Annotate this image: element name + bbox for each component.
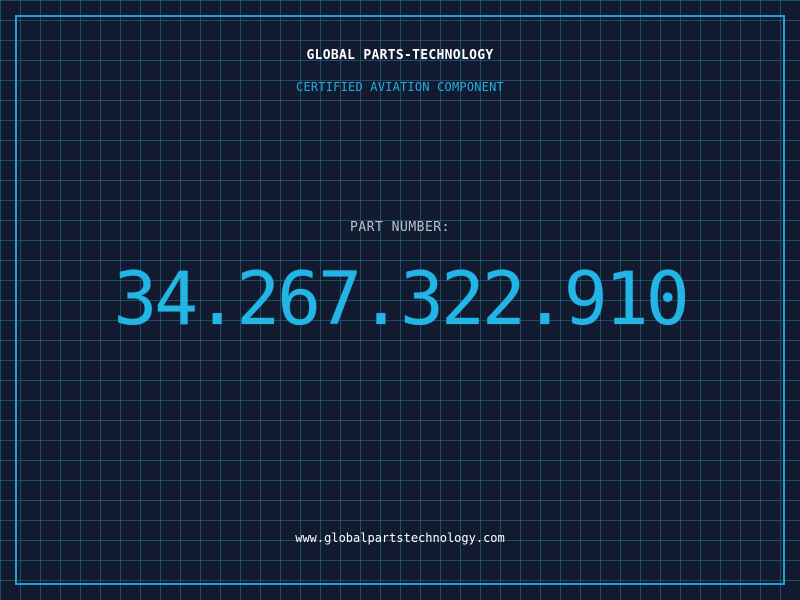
part-number-label: PART NUMBER: [350,220,450,235]
part-number-value: 34.267.322.910 [113,257,689,342]
certification-subtitle: CERTIFIED AVIATION COMPONENT [296,80,504,94]
website-url: www.globalpartstechnology.com [295,531,505,545]
company-name: GLOBAL PARTS-TECHNOLOGY [306,48,494,63]
